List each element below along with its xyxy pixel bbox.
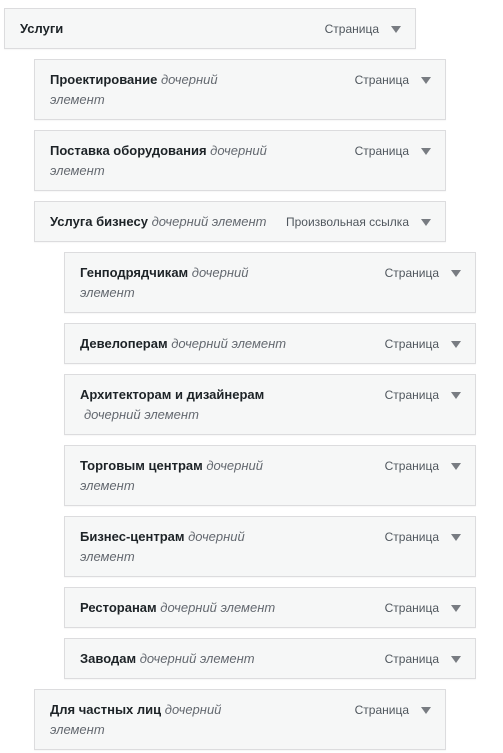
menu-item-child-tag: дочерний элемент <box>139 651 255 666</box>
menu-item-biznes-tsentram[interactable]: Бизнес-центрам дочерний элемент Страница <box>64 516 476 577</box>
menu-item-title: Архитекторам и дизайнерам дочерний элеме… <box>80 385 340 425</box>
menu-item-child-tag-cont: дочерний элемент <box>84 407 199 422</box>
triangle-down-icon[interactable] <box>447 335 465 353</box>
menu-item-developeram[interactable]: Девелоперам дочерний элемент Страница <box>64 323 476 364</box>
menu-item-type: Страница <box>324 22 379 36</box>
menu-item-child-tag: дочерний элемент <box>151 214 267 229</box>
triangle-down-icon[interactable] <box>447 264 465 282</box>
menu-item-child-tag: дочерний <box>210 143 267 158</box>
menu-item-title: Для частных лиц дочерний элемент <box>50 700 250 740</box>
menu-item-child-tag: дочерний <box>164 702 222 717</box>
menu-item-child-tag: дочерний <box>206 458 264 473</box>
menu-item-label: Архитекторам и дизайнерам <box>80 387 265 402</box>
menu-item-label: Бизнес-центрам <box>80 529 185 544</box>
menu-item-title: Генподрядчикам дочерний элемент <box>80 263 280 303</box>
menu-item-label: Услуги <box>20 21 64 36</box>
menu-item-type: Страница <box>354 144 409 158</box>
menu-item-title: Заводам дочерний элемент <box>80 649 255 669</box>
menu-item-title: Бизнес-центрам дочерний элемент <box>80 527 280 567</box>
menu-item-child-tag-cont: элемент <box>50 163 105 178</box>
triangle-down-icon[interactable] <box>447 650 465 668</box>
menu-item-uslugi[interactable]: Услуги Страница <box>4 8 416 49</box>
menu-item-label: Поставка оборудования <box>50 143 207 158</box>
menu-item-type: Страница <box>384 652 439 666</box>
menu-item-type: Страница <box>384 266 439 280</box>
menu-item-arkhitektoram[interactable]: Архитекторам и дизайнерам дочерний элеме… <box>64 374 476 435</box>
triangle-down-icon[interactable] <box>447 528 465 546</box>
menu-item-label: Заводам <box>80 651 137 666</box>
menu-item-label: Услуга бизнесу <box>50 214 148 229</box>
menu-item-zavodam[interactable]: Заводам дочерний элемент Страница <box>64 638 476 679</box>
menu-item-type: Произвольная ссылка <box>285 215 409 229</box>
menu-item-child-tag-cont: элемент <box>50 92 105 107</box>
menu-item-label: Девелоперам <box>80 336 168 351</box>
menu-item-proektirovanie[interactable]: Проектирование дочерний элемент Страница <box>34 59 446 120</box>
menu-item-postavka[interactable]: Поставка оборудования дочерний элемент С… <box>34 130 446 191</box>
menu-item-label: Генподрядчикам <box>80 265 189 280</box>
menu-item-label: Для частных лиц <box>50 702 162 717</box>
triangle-down-icon[interactable] <box>417 71 435 89</box>
menu-item-type: Страница <box>384 530 439 544</box>
menu-item-title: Ресторанам дочерний элемент <box>80 598 275 618</box>
menu-item-title: Проектирование дочерний элемент <box>50 70 250 110</box>
menu-item-type: Страница <box>354 703 409 717</box>
triangle-down-icon[interactable] <box>447 599 465 617</box>
menu-item-title: Поставка оборудования дочерний элемент <box>50 141 290 181</box>
menu-item-dlya-chastnykh-lits[interactable]: Для частных лиц дочерний элемент Страниц… <box>34 689 446 750</box>
menu-item-child-tag: дочерний элемент <box>160 600 276 615</box>
menu-item-title: Услуга бизнесу дочерний элемент <box>50 212 266 232</box>
menu-item-title: Торговым центрам дочерний элемент <box>80 456 300 496</box>
menu-item-type: Страница <box>384 388 439 402</box>
menu-item-type: Страница <box>384 459 439 473</box>
menu-item-child-tag: дочерний элемент <box>171 336 287 351</box>
menu-item-restoranam[interactable]: Ресторанам дочерний элемент Страница <box>64 587 476 628</box>
menu-item-child-tag-cont: элемент <box>80 285 135 300</box>
triangle-down-icon[interactable] <box>417 213 435 231</box>
menu-item-usluga-biznesu[interactable]: Услуга бизнесу дочерний элемент Произвол… <box>34 201 446 242</box>
menu-item-child-tag: дочерний <box>160 72 218 87</box>
menu-item-genpodryadchikam[interactable]: Генподрядчикам дочерний элемент Страница <box>64 252 476 313</box>
menu-item-torgovym-tsentram[interactable]: Торговым центрам дочерний элемент Страни… <box>64 445 476 506</box>
menu-item-label: Проектирование <box>50 72 158 87</box>
menu-item-child-tag-cont: элемент <box>50 722 105 737</box>
menu-item-type: Страница <box>354 73 409 87</box>
menu-item-type: Страница <box>384 337 439 351</box>
menu-item-type: Страница <box>384 601 439 615</box>
triangle-down-icon[interactable] <box>417 701 435 719</box>
menu-item-child-tag-cont: элемент <box>80 549 135 564</box>
menu-item-child-tag: дочерний <box>188 529 245 544</box>
triangle-down-icon[interactable] <box>447 386 465 404</box>
menu-item-label: Торговым центрам <box>80 458 203 473</box>
menu-item-child-tag-cont: элемент <box>80 478 135 493</box>
menu-item-title: Девелоперам дочерний элемент <box>80 334 286 354</box>
menu-item-child-tag: дочерний <box>191 265 249 280</box>
triangle-down-icon[interactable] <box>387 20 405 38</box>
menu-item-title: Услуги <box>20 19 63 39</box>
triangle-down-icon[interactable] <box>417 142 435 160</box>
menu-item-label: Ресторанам <box>80 600 157 615</box>
triangle-down-icon[interactable] <box>447 457 465 475</box>
